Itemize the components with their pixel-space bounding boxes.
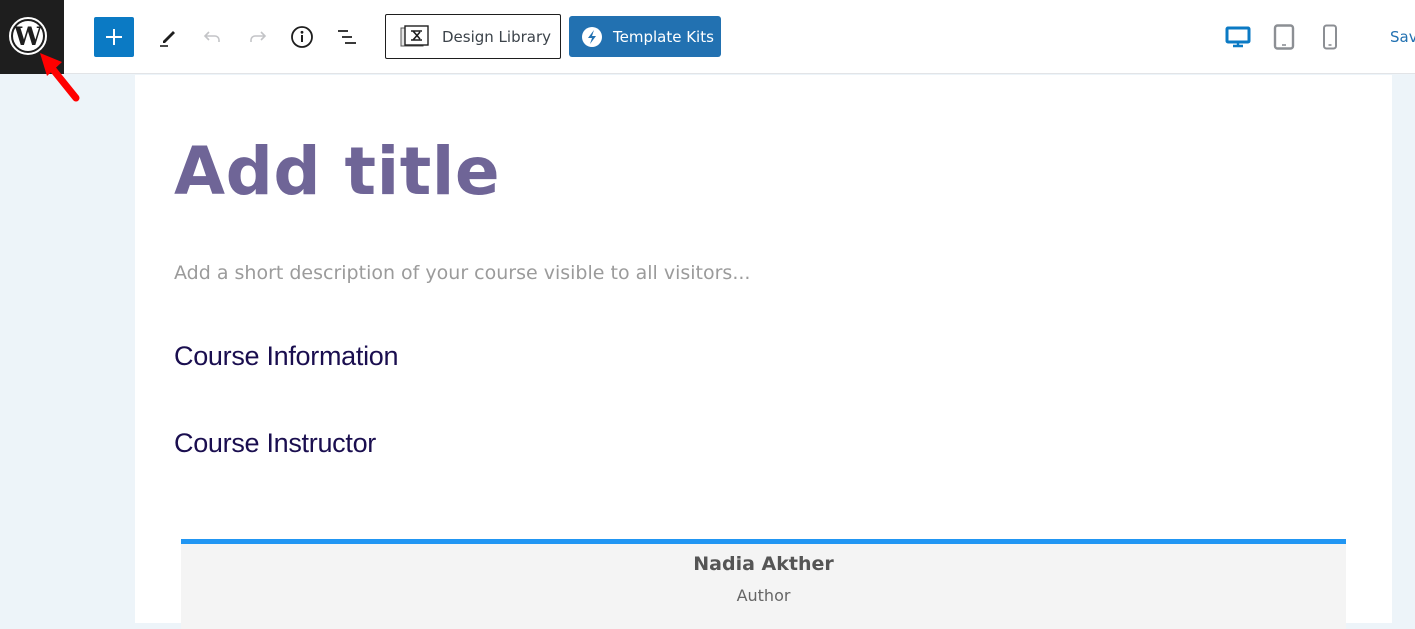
pencil-icon bbox=[160, 31, 175, 47]
editor-canvas: Add title Add a short description of you… bbox=[135, 75, 1392, 629]
author-name: Nadia Akther bbox=[693, 553, 834, 575]
undo-button[interactable] bbox=[194, 19, 230, 55]
course-information-heading[interactable]: Course Information bbox=[174, 341, 399, 372]
design-library-label: Design Library bbox=[442, 27, 552, 46]
author-role: Author bbox=[736, 586, 791, 605]
plus-icon bbox=[106, 29, 122, 45]
course-description-input[interactable]: Add a short description of your course v… bbox=[174, 262, 750, 284]
redo-button[interactable] bbox=[240, 19, 276, 55]
details-button[interactable] bbox=[284, 19, 320, 55]
list-view-icon bbox=[338, 30, 356, 44]
device-desktop-button[interactable] bbox=[1221, 20, 1255, 54]
design-library-icon bbox=[400, 24, 429, 46]
edit-tool-button[interactable] bbox=[150, 19, 186, 55]
list-view-button[interactable] bbox=[329, 19, 365, 55]
redo-icon bbox=[250, 31, 267, 42]
author-card[interactable]: Nadia Akther Author bbox=[181, 539, 1346, 629]
device-mobile-button[interactable] bbox=[1313, 20, 1347, 54]
svg-text:W: W bbox=[13, 22, 43, 51]
template-kits-icon bbox=[582, 26, 602, 47]
post-title-input[interactable]: Add title bbox=[174, 133, 500, 210]
info-icon bbox=[291, 26, 313, 48]
editor-toolbar: W Design Library Template Kits Sav bbox=[0, 0, 1415, 74]
template-kits-label: Template Kits bbox=[613, 27, 714, 46]
course-instructor-heading[interactable]: Course Instructor bbox=[174, 428, 376, 459]
template-kits-button[interactable]: Template Kits bbox=[569, 16, 721, 57]
device-tablet-button[interactable] bbox=[1267, 20, 1301, 54]
save-draft-button[interactable]: Sav bbox=[1390, 28, 1415, 46]
desktop-icon bbox=[1225, 26, 1251, 48]
design-library-button[interactable]: Design Library bbox=[385, 14, 561, 59]
tablet-icon bbox=[1273, 24, 1295, 50]
add-block-button[interactable] bbox=[94, 17, 134, 57]
undo-icon bbox=[203, 31, 220, 42]
wordpress-menu-button[interactable]: W bbox=[0, 0, 64, 74]
wordpress-logo-icon: W bbox=[9, 17, 47, 55]
mobile-icon bbox=[1323, 24, 1337, 50]
